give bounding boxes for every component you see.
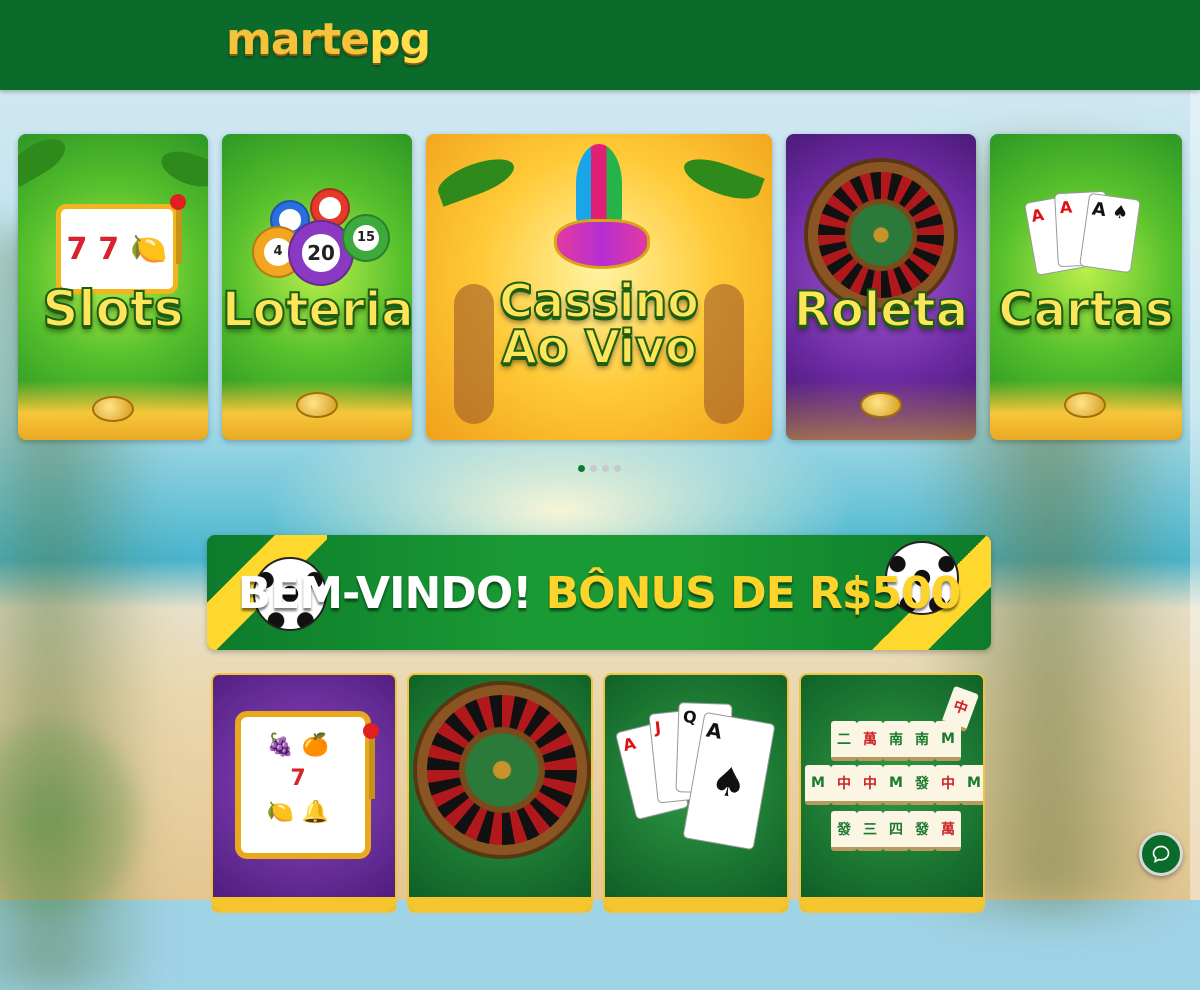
playing-card-icon: A ♠ — [1079, 192, 1141, 274]
carousel-pagination — [578, 465, 621, 472]
slide-title-line1: Cassino — [498, 274, 700, 328]
slide-title: Roleta — [793, 282, 969, 338]
chat-button[interactable] — [1139, 832, 1183, 876]
mahjong-tile-icon: M — [935, 721, 961, 761]
lottery-ball-icon: 15 — [342, 214, 390, 262]
carnival-mask-icon — [554, 219, 650, 269]
carousel-dot-4[interactable] — [614, 465, 621, 472]
slot-reel-symbol: 🍇 🍊 — [266, 733, 330, 759]
slot-reel-symbol: 🍋 🔔 — [266, 799, 330, 825]
feathers-icon — [576, 144, 622, 224]
carousel-dot-3[interactable] — [602, 465, 609, 472]
mahjong-tile-icon: 發 — [909, 811, 935, 851]
gold-coin-icon — [1064, 392, 1106, 418]
mahjong-tile-icon: 萬 — [857, 721, 883, 761]
logo-text-pg: pg — [369, 14, 431, 65]
game-tile-mahjong[interactable]: 中 二 萬 南 南 M M 中 中 M 發 中 M 發 三 四 發 萬 — [799, 673, 985, 913]
mahjong-tile-icon: 萬 — [935, 811, 961, 851]
carousel-slide-cartas[interactable]: A A A ♠ Cartas — [990, 134, 1182, 440]
mahjong-tile-icon: 四 — [883, 811, 909, 851]
slide-title: Cassino Ao Vivo — [426, 274, 772, 374]
category-carousel: 7 7 🍋 Slots 4 20 15 Loteria Cassino Ao V… — [18, 134, 1182, 440]
banner-text-white: BEM-VINDO! — [237, 568, 533, 619]
spade-icon: ♠ — [706, 757, 751, 809]
game-tile-slots[interactable]: 🍇 🍊 7 🍋 🔔 — [211, 673, 397, 913]
mahjong-tile-icon: 中 — [831, 765, 857, 805]
mahjong-tile-icon: 南 — [883, 721, 909, 761]
slot-reel-symbol: 7 — [290, 766, 306, 792]
carousel-slide-loteria[interactable]: 4 20 15 Loteria — [222, 134, 412, 440]
carousel-dot-2[interactable] — [590, 465, 597, 472]
chat-bubble-icon — [1152, 845, 1170, 864]
carousel-slide-roleta[interactable]: Roleta — [786, 134, 976, 440]
mahjong-tile-icon: M — [805, 765, 831, 805]
mahjong-tile-icon: 三 — [857, 811, 883, 851]
mahjong-tile-icon: M — [883, 765, 909, 805]
tile-bottom-bar — [409, 897, 591, 911]
slot-reel-symbol: 7 — [98, 231, 120, 267]
slot-reel-symbol: 7 — [66, 231, 88, 267]
mahjong-tile-icon: 二 — [831, 721, 857, 761]
game-grid: 🍇 🍊 7 🍋 🔔 A J Q A ♠ 中 二 萬 南 南 M M 中 中 M … — [211, 673, 987, 913]
mahjong-tile-icon: 發 — [831, 811, 857, 851]
tile-bottom-bar — [213, 897, 395, 911]
slide-title: Cartas — [997, 282, 1174, 338]
site-header: martepg — [0, 0, 1200, 90]
slide-title-line2: Ao Vivo — [500, 320, 697, 374]
banner-text-yellow: BÔNUS DE R$500 — [545, 568, 962, 619]
mahjong-tile-icon: 中 — [935, 765, 961, 805]
site-logo[interactable]: martepg — [226, 10, 431, 70]
logo-text-marte: marte — [226, 14, 370, 65]
tile-bottom-bar — [605, 897, 787, 911]
roulette-wheel-icon — [417, 685, 587, 855]
palm-leaf-decoration — [156, 144, 208, 194]
slide-title: Loteria — [222, 282, 412, 338]
slot-reel-symbol: 🍋 — [130, 231, 168, 267]
mahjong-tile-icon: 中 — [857, 765, 883, 805]
slot-lever-icon — [369, 735, 375, 799]
game-tile-roulette[interactable] — [407, 673, 593, 913]
gold-coin-icon — [860, 392, 902, 418]
carousel-slide-slots[interactable]: 7 7 🍋 Slots — [18, 134, 208, 440]
mahjong-tile-icon: M — [961, 765, 983, 805]
slide-title: Slots — [41, 280, 184, 338]
carousel-dot-1[interactable] — [578, 465, 585, 472]
palm-leaf-decoration — [18, 134, 72, 187]
slot-reels: 🍇 🍊 7 🍋 🔔 — [253, 729, 343, 829]
banner-text: BEM-VINDO! BÔNUS DE R$500 — [207, 568, 991, 620]
tile-bottom-bar — [801, 897, 983, 911]
game-tile-cards[interactable]: A J Q A ♠ — [603, 673, 789, 913]
palm-leaf-decoration — [679, 151, 765, 207]
gold-coin-icon — [296, 392, 338, 418]
slot-lever-knob-icon — [363, 723, 379, 739]
gold-coin-icon — [92, 396, 134, 422]
scrollbar-track[interactable] — [1190, 90, 1200, 900]
slot-lever-icon — [170, 194, 186, 264]
mahjong-tile-icon: 發 — [909, 765, 935, 805]
welcome-bonus-banner[interactable]: BEM-VINDO! BÔNUS DE R$500 — [207, 535, 991, 650]
palm-leaf-decoration — [433, 151, 519, 207]
mahjong-tile-icon: 南 — [909, 721, 935, 761]
carousel-slide-cassino-ao-vivo[interactable]: Cassino Ao Vivo — [426, 134, 772, 440]
